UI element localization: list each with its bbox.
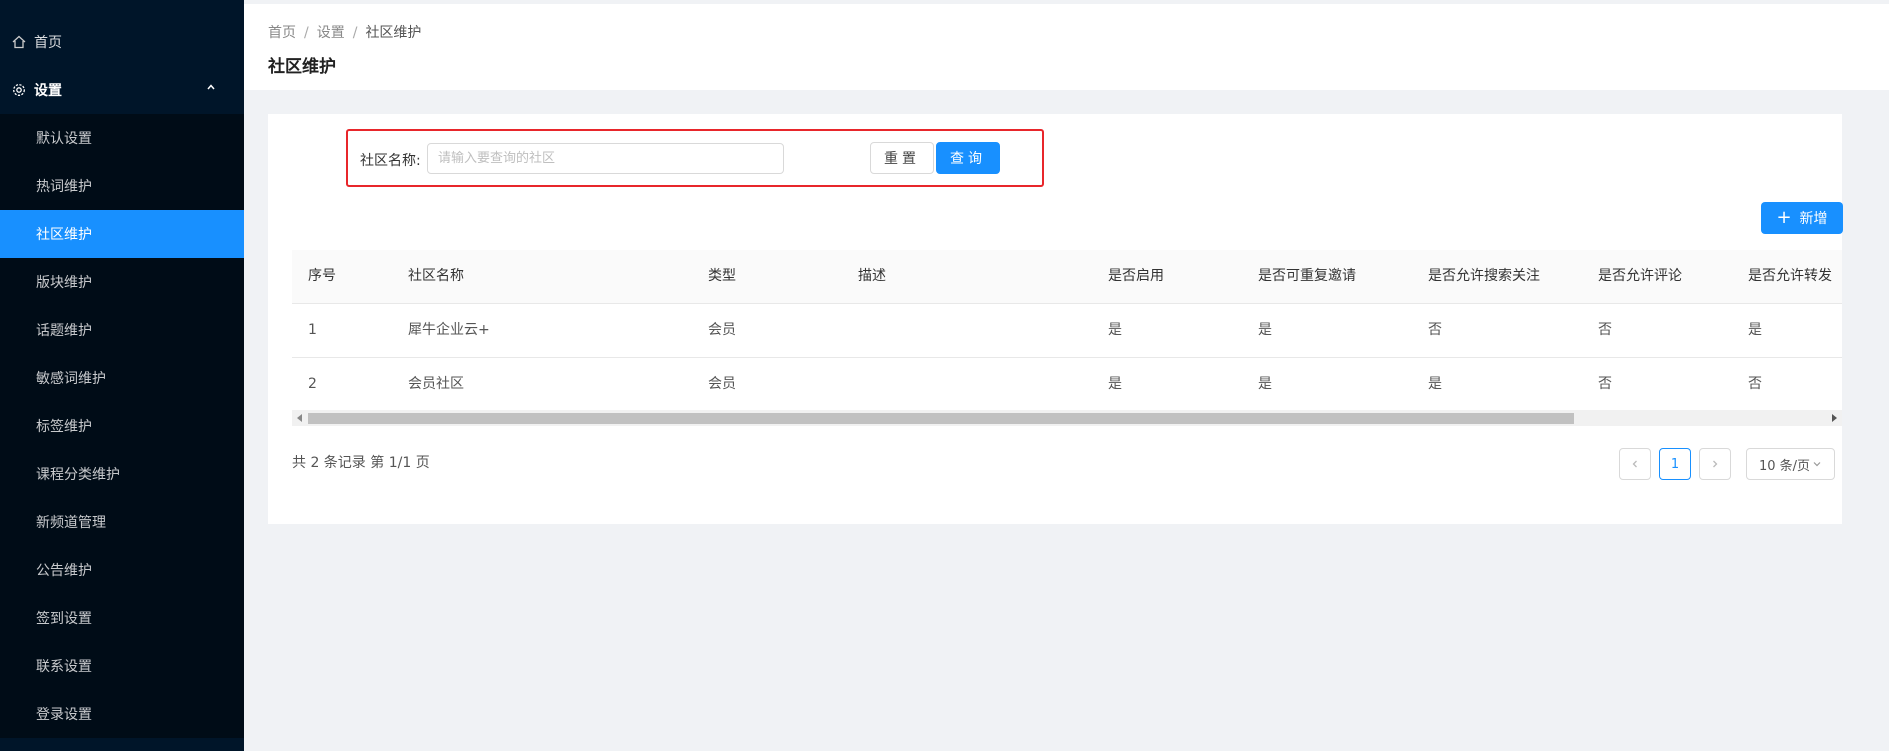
column-header: 类型 [708,268,736,284]
sidebar-item-2[interactable]: 社区维护 [0,210,244,258]
table-cell: 是 [1108,376,1122,392]
column-header: 序号 [308,268,336,284]
table-body: 1 犀牛企业云+ 会员是是否否是 2 会员社区 会员是是是否否 [292,304,1842,412]
horizontal-scrollbar[interactable] [292,410,1842,426]
column-header: 是否启用 [1108,268,1164,284]
sidebar-item-label: 公告维护 [36,563,92,579]
breadcrumb-home[interactable]: 首页 [268,25,296,41]
breadcrumb: 首页 / 设置 / 社区维护 [268,22,421,42]
settings-submenu: 默认设置热词维护社区维护版块维护话题维护敏感词维护标签维护课程分类维护 新频道管理… [0,114,244,738]
table-cell: 是 [1108,322,1122,338]
breadcrumb-settings[interactable]: 设置 [317,25,345,41]
sidebar-item-label: 话题维护 [36,323,92,339]
sidebar-item-6[interactable]: 标签维护 [0,402,244,450]
page-number-button[interactable]: 1 [1659,448,1691,480]
chevron-down-icon [1813,462,1821,467]
table-cell: 会员 [708,376,736,392]
sidebar-item-8[interactable]: 新频道管理 [0,498,244,546]
column-header: 是否可重复邀请 [1258,268,1356,284]
sidebar-item-7[interactable]: 课程分类维护 [0,450,244,498]
table-cell: 否 [1428,322,1442,338]
column-header: 描述 [858,268,886,284]
record-summary: 共 2 条记录 第 1/1 页 [292,455,430,471]
plus-icon: + [1776,207,1792,228]
sidebar-home-label: 首页 [34,35,62,51]
table-cell: 犀牛企业云+ [408,322,490,338]
page-title: 社区维护 [268,57,336,77]
sidebar-item-11[interactable]: 联系设置 [0,642,244,690]
sidebar-item-label: 登录设置 [36,707,92,723]
sidebar-item-5[interactable]: 敏感词维护 [0,354,244,402]
chevron-left-icon [1632,460,1637,468]
breadcrumb-separator: / [352,25,358,41]
table-row[interactable]: 1 犀牛企业云+ 会员 是 是 否 否 是 [292,304,1842,358]
column-header: 是否允许搜索关注 [1428,268,1540,284]
reset-button[interactable]: 重置 [870,142,934,174]
search-form: 社区名称: 重置 查询 [346,129,1044,187]
sidebar-item-label: 社区维护 [36,227,92,243]
search-label: 社区名称: [360,153,421,169]
content-panel: 社区名称: 重置 查询 + 新增 序号社区名称类型描述是否启用是否可重复邀请是否… [268,114,1843,524]
sidebar-item-3[interactable]: 版块维护 [0,258,244,306]
community-table: 序号 社区名称 类型 描述 是否启用 是否可重复邀请 是否允许搜索关注 是否允许评论 是否允许转… [292,250,1842,426]
table-cell: 会员 [708,322,736,338]
table-cell: 是 [1258,376,1272,392]
table-cell: 会员社区 [408,376,464,392]
sidebar-item-10[interactable]: 签到设置 [0,594,244,642]
column-header: 是否允许评论 [1598,268,1682,284]
sidebar-item-4[interactable]: 话题维护 [0,306,244,354]
community-name-input[interactable] [427,143,784,174]
prev-page-button[interactable] [1619,448,1651,480]
table-cell: 否 [1598,376,1612,392]
sidebar-item-label: 标签维护 [36,419,92,435]
page-header: 首页 / 设置 / 社区维护 社区维护 [244,4,1889,90]
sidebar-item-label: 联系设置 [36,659,92,675]
page-size-select[interactable]: 10 条/页 [1746,448,1835,480]
table-cell: 1 [308,322,317,338]
home-icon [12,35,26,49]
sidebar-item-home[interactable]: 首页 [0,18,244,66]
sidebar-item-1[interactable]: 热词维护 [0,162,244,210]
column-header: 是否允许转发 [1748,268,1832,284]
sidebar-item-label: 签到设置 [36,611,92,627]
sidebar-item-label: 版块维护 [36,275,92,291]
table-row[interactable]: 2 会员社区 会员 是 是 是 否 否 [292,358,1842,412]
table-header: 序号 社区名称 类型 描述 是否启用 是否可重复邀请 是否允许搜索关注 是否允许评论 是否允许转… [292,250,1842,304]
sidebar-item-label: 敏感词维护 [36,371,106,387]
table-cell: 2 [308,376,317,392]
table-cell: 是 [1748,322,1762,338]
table-cell: 是 [1258,322,1272,338]
query-button[interactable]: 查询 [936,142,1000,174]
page-size-label: 10 条/页 [1758,458,1811,474]
scrollbar-thumb[interactable] [308,413,1574,424]
scroll-right-arrow-icon[interactable] [1832,414,1837,422]
table-cell: 是 [1428,376,1442,392]
add-button[interactable]: + 新增 [1761,202,1843,234]
sidebar-item-label: 默认设置 [36,131,92,147]
gear-icon [13,84,25,96]
sidebar-item-12[interactable]: 登录设置 [0,690,244,738]
chevron-up-icon [207,84,215,90]
sidebar-item-label: 新频道管理 [36,515,106,531]
table-cell: 否 [1598,322,1612,338]
sidebar-group-label: 设置 [34,83,62,99]
breadcrumb-separator: / [304,25,309,41]
next-page-button[interactable] [1699,448,1731,480]
add-button-label: 新增 [1799,211,1828,227]
scroll-left-arrow-icon[interactable] [297,414,302,422]
table-cell: 否 [1748,376,1762,392]
sidebar-item-9[interactable]: 公告维护 [0,546,244,594]
column-header: 社区名称 [408,268,464,284]
chevron-right-icon [1713,460,1718,468]
sidebar-item-label: 课程分类维护 [36,467,120,483]
sidebar-item-0[interactable]: 默认设置 [0,114,244,162]
breadcrumb-current: 社区维护 [365,25,422,41]
sidebar-item-label: 热词维护 [36,179,92,195]
sidebar-group-settings[interactable]: 设置 [0,66,244,114]
sidebar: 首页 设置 默认设置热词维护社区维护版块维护话题维护敏感词维护标签维护课程分类维… [0,0,244,751]
